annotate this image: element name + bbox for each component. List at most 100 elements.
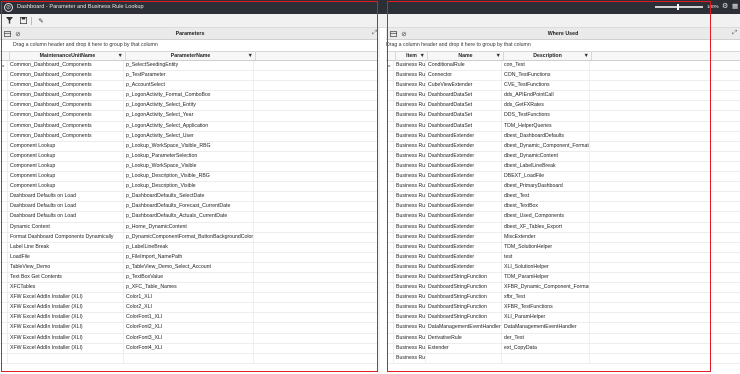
table-cell[interactable]: Business Rule xyxy=(394,101,426,111)
table-cell[interactable]: XFBR_TestFunctions xyxy=(502,303,590,313)
table-cell[interactable]: DashboardExtender xyxy=(426,141,502,151)
table-cell[interactable]: DataManagementEventHandler xyxy=(502,323,590,333)
table-cell[interactable]: DashboardStringFunction xyxy=(426,283,502,293)
table-row[interactable]: Business Rule DashboardExtender dbext_Dash… xyxy=(386,131,740,142)
table-cell[interactable] xyxy=(8,353,124,363)
table-row[interactable]: Business Rule DashboardStringFunction XLI_… xyxy=(386,313,740,324)
table-cell[interactable]: TDM_HelperQueries xyxy=(502,121,590,131)
table-cell[interactable]: DashboardExtender xyxy=(426,212,502,222)
table-cell[interactable]: DashboardDataSet xyxy=(426,91,502,101)
table-row[interactable]: Business Rule DashboardExtender DBEXT_Load… xyxy=(386,172,740,183)
table-cell[interactable]: p_Lookup_WorkSpace_Visible xyxy=(124,161,254,172)
table-row[interactable]: Business Rule DashboardDataSet TDM_HelperQ… xyxy=(386,121,740,132)
table-cell[interactable]: Business Rule xyxy=(394,222,426,232)
table-cell[interactable]: DashboardDataSet xyxy=(426,101,502,111)
table-cell[interactable]: DashboardExtender xyxy=(426,172,502,182)
table-row[interactable]: Business Rule DashboardDataSet DDS_TestFun… xyxy=(386,111,740,122)
table-cell[interactable]: ColorFont1_XLI xyxy=(124,313,254,323)
table-cell[interactable]: XLI_ParamHelper xyxy=(502,313,590,323)
table-cell[interactable]: DashboardExtender xyxy=(426,151,502,161)
table-row[interactable]: Common_Dashboard_Components p_TestParamet… xyxy=(0,71,380,82)
table-cell[interactable]: Format Dashboard Components Dynamically xyxy=(8,232,124,242)
table-row[interactable]: Business Rule DashboardExtender TDM_Soluti… xyxy=(386,242,740,253)
table-cell[interactable]: p_LogonActivity_Select_Application xyxy=(124,121,254,131)
table-row[interactable]: Business Rule DashboardExtender test xyxy=(386,252,740,263)
table-row[interactable]: Business Rule DashboardExtender MiscExtend… xyxy=(386,232,740,243)
table-cell[interactable]: Dynamic Content xyxy=(8,222,124,232)
table-cell[interactable]: p_DashboardDefaults_SelectDate xyxy=(124,192,254,202)
table-row[interactable]: Business Rule DashboardExtender XLI_Soluti… xyxy=(386,262,740,273)
table-cell[interactable]: xfbr_Test xyxy=(502,293,590,303)
table-cell[interactable]: Business Rule xyxy=(394,121,426,131)
table-cell[interactable]: DDS_TestFunctions xyxy=(502,111,590,121)
table-row[interactable]: Dynamic Content p_Home_DynamicContent xyxy=(0,222,380,233)
table-cell[interactable]: DashboardStringFunction xyxy=(426,303,502,313)
table-cell[interactable]: p_TableView_Demo_Select_Account xyxy=(124,262,254,272)
table-cell[interactable]: Business Rule xyxy=(394,202,426,212)
table-cell[interactable]: p_DynamicComponentFormat_ButtonBackgroun… xyxy=(124,232,254,242)
table-cell[interactable]: Business Rule xyxy=(394,81,426,91)
table-row[interactable]: Business Rule DataManagementEventHandler D… xyxy=(386,323,740,334)
table-cell[interactable]: dbext_PrimaryDashboard xyxy=(502,182,590,192)
table-cell[interactable]: Business Rule xyxy=(394,111,426,121)
table-cell[interactable]: Common_Dashboard_Components xyxy=(8,71,124,81)
table-cell[interactable] xyxy=(426,353,502,363)
table-cell[interactable]: XFW Excel AddIn Installer (XLI) xyxy=(8,293,124,303)
table-cell[interactable]: p_TestParameter xyxy=(124,71,254,81)
table-cell[interactable]: XFW Excel AddIn Installer (XLI) xyxy=(8,333,124,343)
table-row[interactable]: TableView_Demo p_TableView_Demo_Select_Ac… xyxy=(0,262,380,273)
table-row[interactable]: XFW Excel AddIn Installer (XLI) ColorFont… xyxy=(0,323,380,334)
column-filter-icon[interactable]: ▼ xyxy=(248,53,253,59)
table-cell[interactable]: p_LogonActivity_Select_Entity xyxy=(124,101,254,111)
table-cell[interactable]: dds_APIEndPointCall xyxy=(502,91,590,101)
table-cell[interactable]: Business Rule xyxy=(394,323,426,333)
table-cell[interactable]: Business Rule xyxy=(394,182,426,192)
table-cell[interactable]: DBEXT_LoadFile xyxy=(502,172,590,182)
table-row[interactable]: Business Rule DashboardStringFunction XFBR… xyxy=(386,303,740,314)
table-cell[interactable]: p_TextBoxValue xyxy=(124,272,254,283)
table-cell[interactable]: Business Rule xyxy=(394,131,426,141)
table-row[interactable]: Business Rule DerivativeRule der_Test xyxy=(386,333,740,344)
table-cell[interactable]: DashboardExtender xyxy=(426,252,502,262)
table-row[interactable]: Text Box Get Contents p_TextBoxValue xyxy=(0,272,380,284)
table-cell[interactable]: DashboardDataSet xyxy=(426,121,502,131)
table-cell[interactable]: dbext_LabelLineBreak xyxy=(502,161,590,172)
table-cell[interactable]: DashboardStringFunction xyxy=(426,313,502,323)
table-cell[interactable]: der_Test xyxy=(502,333,590,343)
group-by-hint[interactable]: Drag a column header and drop it here to… xyxy=(0,40,380,51)
table-row[interactable]: Business Rule DashboardStringFunction XFBR… xyxy=(386,283,740,294)
table-row[interactable]: Format Dashboard Components Dynamically p… xyxy=(0,232,380,243)
table-row[interactable]: Business Rule DashboardExtender dbext_Prim… xyxy=(386,182,740,193)
table-cell[interactable]: XLI_SolutionHelper xyxy=(502,262,590,272)
table-cell[interactable]: Business Rule xyxy=(394,141,426,151)
table-cell[interactable]: DashboardExtender xyxy=(426,202,502,212)
table-row[interactable]: Business Rule DashboardExtender dbext_Used… xyxy=(386,212,740,223)
table-row[interactable]: Business Rule DashboardDataSet dds_APIEndP… xyxy=(386,91,740,102)
table-cell[interactable]: p_DashboardDefaults_Forecast_CurrentDate xyxy=(124,202,254,212)
table-cell[interactable]: Component Lookup xyxy=(8,172,124,182)
table-cell[interactable]: Business Rule xyxy=(394,272,426,283)
column-filter-icon[interactable]: ▼ xyxy=(496,53,501,59)
table-cell[interactable]: Common_Dashboard_Components xyxy=(8,121,124,131)
table-cell[interactable]: p_FileImport_NamePath xyxy=(124,252,254,262)
table-row[interactable]: Label Line Break p_LabelLineBreak xyxy=(0,242,380,253)
table-cell[interactable]: Business Rule xyxy=(394,343,426,353)
table-cell[interactable]: Component Lookup xyxy=(8,141,124,151)
column-header-name[interactable]: Name ▼ xyxy=(428,52,504,60)
table-cell[interactable]: p_XFC_Table_Names xyxy=(124,283,254,293)
table-cell[interactable]: p_LogonActivity_Select_User xyxy=(124,131,254,141)
table-row[interactable]: Business Rule DashboardExtender dbext_Dyna… xyxy=(386,151,740,162)
table-cell[interactable]: p_LabelLineBreak xyxy=(124,242,254,252)
table-row[interactable] xyxy=(0,353,380,364)
table-cell[interactable]: XFBR_Dynamic_Component_Format xyxy=(502,283,590,293)
table-row[interactable]: Business Rule DashboardExtender dbext_Text… xyxy=(386,202,740,213)
table-cell[interactable]: p_AccountSelect xyxy=(124,81,254,91)
column-header-description[interactable]: Description ▼ xyxy=(504,52,592,60)
table-cell[interactable]: ConditionalRule xyxy=(426,61,502,71)
table-cell[interactable]: Business Rule xyxy=(394,212,426,222)
table-cell[interactable]: XFW Excel AddIn Installer (XLI) xyxy=(8,303,124,313)
table-cell[interactable]: Label Line Break xyxy=(8,242,124,252)
table-cell[interactable]: Business Rule xyxy=(394,353,426,363)
table-cell[interactable]: Business Rule xyxy=(394,61,426,71)
table-cell[interactable]: dbext_XF_Tables_Export xyxy=(502,222,590,232)
